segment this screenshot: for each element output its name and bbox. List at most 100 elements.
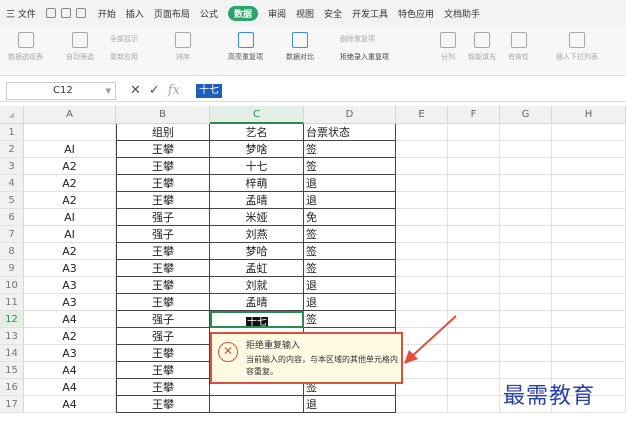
cell-A2[interactable]: AI [24,141,116,158]
insert-dropdown-button[interactable]: 插入下拉列表 [556,32,598,62]
pivot-table-button[interactable]: 数据透视表 [8,32,43,62]
cell-C9[interactable]: 孟虹 [210,260,304,277]
cell-D12[interactable]: 签 [304,311,396,328]
cell-A1[interactable] [24,124,116,141]
row-header-13[interactable]: 13 [0,328,24,345]
formula-input[interactable]: 十七 [196,84,222,98]
cell-E8[interactable] [396,243,448,260]
cell-B7[interactable]: 强子 [116,226,210,243]
confirm-icon[interactable]: ✓ [149,82,160,100]
cell-H8[interactable] [552,243,626,260]
cell-B13[interactable]: 强子 [116,328,210,345]
tab-0[interactable]: 开始 [98,6,116,21]
row-header-10[interactable]: 10 [0,277,24,294]
cell-C3[interactable]: 十七 [210,158,304,175]
redo-icon[interactable] [75,8,86,18]
cell-A7[interactable]: AI [24,226,116,243]
row-header-15[interactable]: 15 [0,362,24,379]
cell-C1[interactable]: 艺名 [210,124,304,141]
cell-D3[interactable]: 签 [304,158,396,175]
smart-fill-button[interactable]: 智能填充 [468,32,496,62]
cell-G14[interactable] [500,345,552,362]
cell-A17[interactable]: A4 [24,396,116,413]
cell-B14[interactable]: 王攀 [116,345,210,362]
tab-7[interactable]: 安全 [324,6,342,21]
column-header-H[interactable]: H [552,106,626,124]
cell-C8[interactable]: 梦哈 [210,243,304,260]
reapply-button[interactable]: 重新应用 [110,52,138,62]
cell-B5[interactable]: 王攀 [116,192,210,209]
undo-icon[interactable] [60,8,71,18]
cell-G7[interactable] [500,226,552,243]
cell-B1[interactable]: 组别 [116,124,210,141]
cell-D1[interactable]: 台票状态 [304,124,396,141]
row-header-11[interactable]: 11 [0,294,24,311]
cell-H1[interactable] [552,124,626,141]
cell-C11[interactable]: 孟晴 [210,294,304,311]
cell-C7[interactable]: 刘燕 [210,226,304,243]
data-compare-button[interactable]: 数据对比 [286,32,314,62]
cell-F7[interactable] [448,226,500,243]
tab-4[interactable]: 数据 [227,5,258,21]
cell-F3[interactable] [448,158,500,175]
cell-H14[interactable] [552,345,626,362]
tab-1[interactable]: 插入 [126,6,144,21]
row-header-16[interactable]: 16 [0,379,24,396]
name-box[interactable]: C12 ▼ [6,82,116,100]
cell-G9[interactable] [500,260,552,277]
column-header-G[interactable]: G [500,106,552,124]
cell-G15[interactable] [500,362,552,379]
cell-A5[interactable]: A2 [24,192,116,209]
cell-E10[interactable] [396,277,448,294]
cell-C4[interactable]: 梓萌 [210,175,304,192]
cell-E17[interactable] [396,396,448,413]
tab-6[interactable]: 视图 [296,6,314,21]
sort-button[interactable]: 排序 [175,32,191,62]
cell-H4[interactable] [552,175,626,192]
cell-A9[interactable]: A3 [24,260,116,277]
row-header-3[interactable]: 3 [0,158,24,175]
cell-H12[interactable] [552,311,626,328]
cell-F5[interactable] [448,192,500,209]
cell-F8[interactable] [448,243,500,260]
autofilter-button[interactable]: 自动筛选 [66,32,94,62]
cell-H11[interactable] [552,294,626,311]
cell-G13[interactable] [500,328,552,345]
cell-D6[interactable]: 免 [304,209,396,226]
cell-D17[interactable]: 退 [304,396,396,413]
cell-D9[interactable]: 签 [304,260,396,277]
chevron-down-icon[interactable]: ▼ [106,83,111,99]
row-header-17[interactable]: 17 [0,396,24,413]
cell-B15[interactable]: 王攀 [116,362,210,379]
remove-duplicates-button[interactable]: 删除重复项 [340,34,375,44]
cell-E16[interactable] [396,379,448,396]
cell-E7[interactable] [396,226,448,243]
cell-A11[interactable]: A3 [24,294,116,311]
cell-F10[interactable] [448,277,500,294]
cell-D7[interactable]: 签 [304,226,396,243]
save-icon[interactable] [45,8,56,18]
cell-B9[interactable]: 王攀 [116,260,210,277]
cell-F11[interactable] [448,294,500,311]
row-header-5[interactable]: 5 [0,192,24,209]
row-header-8[interactable]: 8 [0,243,24,260]
cell-D4[interactable]: 退 [304,175,396,192]
cell-B11[interactable]: 王攀 [116,294,210,311]
cell-G11[interactable] [500,294,552,311]
cell-E1[interactable] [396,124,448,141]
cell-F16[interactable] [448,379,500,396]
cell-C5[interactable]: 孟晴 [210,192,304,209]
cell-G1[interactable] [500,124,552,141]
cell-F4[interactable] [448,175,500,192]
tab-8[interactable]: 开发工具 [352,6,388,21]
cell-F6[interactable] [448,209,500,226]
cell-G3[interactable] [500,158,552,175]
function-icon[interactable]: fx [168,82,180,100]
cell-C6[interactable]: 米娅 [210,209,304,226]
cell-G6[interactable] [500,209,552,226]
cell-C17[interactable] [210,396,304,413]
cell-A14[interactable]: A3 [24,345,116,362]
cell-H10[interactable] [552,277,626,294]
cell-E11[interactable] [396,294,448,311]
cancel-icon[interactable]: ✕ [130,82,141,100]
